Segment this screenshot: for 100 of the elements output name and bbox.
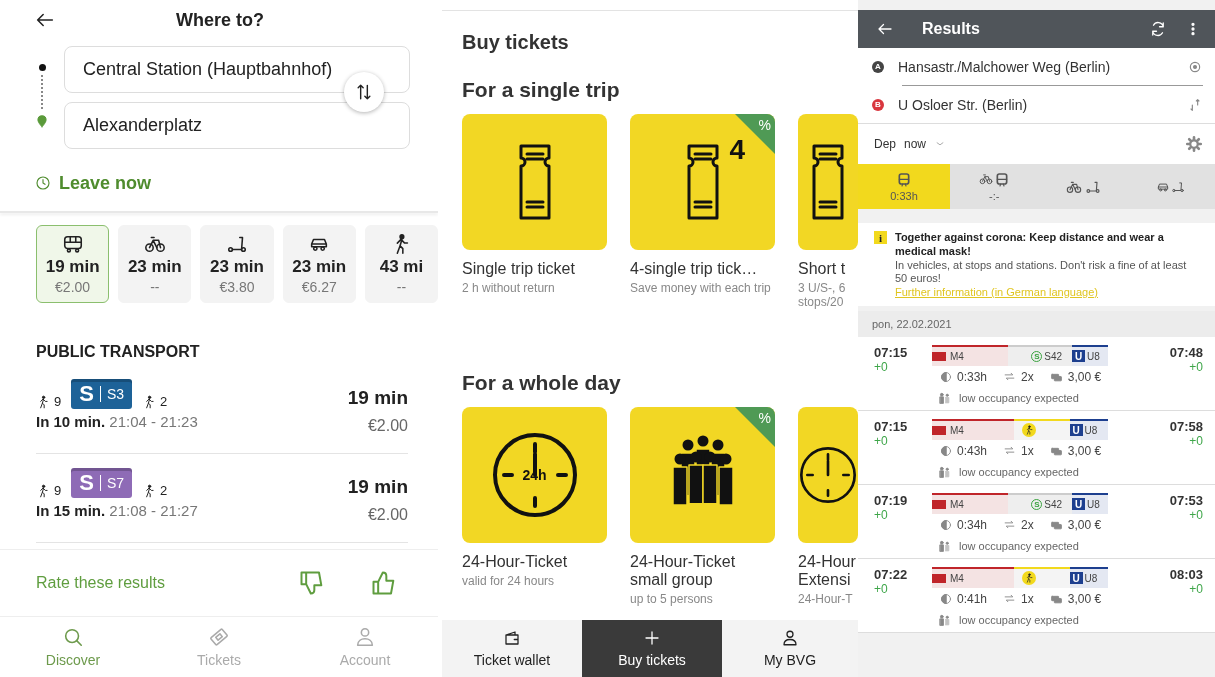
ticket-title: 24-Hour-Ticket small group — [630, 553, 737, 589]
occupancy: low occupancy expected — [959, 466, 1079, 479]
trip-duration: 19 min — [347, 476, 408, 498]
mode-tab[interactable]: 0:33h — [858, 164, 950, 209]
discount-label: % — [758, 410, 771, 426]
settings-icon[interactable] — [1185, 135, 1203, 153]
search-icon — [62, 626, 84, 648]
train-icon — [896, 171, 912, 188]
line-label: M4 — [950, 350, 964, 362]
person-icon — [781, 629, 799, 647]
ticket-tile[interactable] — [462, 114, 607, 250]
duration: 0:41h — [957, 591, 988, 606]
ticket-tile[interactable] — [798, 407, 858, 543]
section-heading: PUBLIC TRANSPORT — [35, 342, 201, 361]
line-label: U8 — [1087, 498, 1100, 510]
ticket-title: Single trip ticket — [462, 260, 576, 278]
clock-icon — [35, 175, 51, 191]
mode-option[interactable]: 23 min €3.80 — [200, 225, 274, 303]
people-icon — [938, 465, 951, 479]
origin-field[interactable]: Central Station (Hauptbahnhof) — [64, 46, 410, 93]
departure-label: Dep — [874, 137, 896, 151]
ticket-tile[interactable]: 4 % — [630, 114, 775, 250]
bicycle-icon — [978, 171, 993, 186]
occupancy: low occupancy expected — [959, 614, 1079, 627]
mode-option[interactable]: 23 min €6.27 — [282, 225, 356, 303]
delay: +0 — [1189, 359, 1203, 374]
wallet-icon — [503, 629, 521, 647]
leave-now-button[interactable]: Leave now — [59, 172, 152, 194]
origin-field[interactable]: Hansastr./Malchower Weg (Berlin) — [898, 58, 1173, 75]
ticket-title: 24-Hour-Ticket — [462, 553, 569, 571]
occupancy: low occupancy expected — [959, 540, 1079, 553]
tram-icon — [932, 351, 946, 361]
price: 3,00 € — [1067, 369, 1102, 384]
ticket-tile[interactable] — [798, 114, 858, 250]
refresh-icon[interactable] — [1149, 20, 1167, 38]
ticket-subtitle: 24-Hour-T — [798, 592, 854, 606]
arrival-time: 07:53 — [1169, 492, 1203, 508]
destination-marker: B — [872, 98, 884, 111]
mode-option[interactable]: 23 min -- — [118, 225, 192, 303]
rate-results-label: Rate these results — [36, 574, 166, 592]
mode-tab[interactable]: -:- — [950, 164, 1039, 209]
screen-title: Buy tickets — [462, 30, 570, 54]
nav-tab[interactable]: Buy tickets — [582, 620, 722, 677]
walk-minutes: 2 — [160, 394, 168, 409]
trip-price: €2.00 — [367, 417, 408, 435]
line-badge: S S7 — [71, 468, 133, 498]
ticket-title: 4-single trip tick… — [630, 260, 759, 278]
origin-dot-icon — [38, 64, 46, 71]
arrival-time: 08:03 — [1169, 566, 1203, 582]
destination-field[interactable]: U Osloer Str. (Berlin) — [898, 96, 1173, 113]
walk-minutes: 9 — [54, 394, 62, 409]
duration-icon — [940, 370, 952, 383]
ticket-subtitle: valid for 24 hours — [462, 574, 556, 588]
screen-title: Where to? — [176, 9, 264, 31]
mode-option[interactable]: 19 min €2.00 — [36, 225, 110, 303]
changes: 2x — [1021, 369, 1034, 384]
departure-time: 07:19 — [874, 492, 909, 508]
duration: 0:33h — [957, 369, 988, 384]
trip-row[interactable]: 07:22 +0 M4 U U8 0:41h 1x 3,00 € low occupancy expected 08:03 +0 — [858, 558, 1215, 633]
duration-icon — [940, 444, 952, 457]
person-icon — [354, 626, 376, 648]
delay: +0 — [874, 581, 889, 596]
duration-icon — [940, 518, 952, 531]
trip-price: €2.00 — [367, 506, 408, 524]
delay: +0 — [874, 507, 889, 522]
trip-duration: 19 min — [347, 387, 408, 409]
trip-row[interactable]: 07:15 +0 M4 S S42 U U8 0:33h 2x 3,00 € low occupancy expected 07:48 +0 — [858, 336, 1215, 411]
destination-field[interactable]: Alexanderplatz — [64, 102, 410, 149]
nav-tab[interactable]: My BVG — [722, 620, 858, 677]
nav-tab[interactable]: Ticket wallet — [442, 620, 582, 677]
mode-option[interactable]: 43 mi -- — [364, 225, 438, 303]
departure-time: 07:15 — [874, 418, 909, 434]
notice-title: Together against corona: Keep distance and wear a medical mask! — [895, 231, 1165, 259]
screen-title: Results — [922, 20, 981, 38]
line-label: S42 — [1044, 498, 1063, 510]
ticket-tile-label: 4 — [729, 134, 745, 166]
departure-time: 07:15 — [874, 344, 909, 360]
trip-row[interactable]: 07:19 +0 M4 S S42 U U8 0:34h 2x 3,00 € low occupancy expected 07:53 +0 — [858, 484, 1215, 559]
ticket-subtitle: 2 h without return — [462, 281, 556, 295]
walk-minutes: 9 — [54, 483, 62, 498]
notice-text: In vehicles, at stops and stations. Don't risk a fine of at least 50 euros! — [895, 258, 1188, 286]
ubahn-symbol: U — [1072, 350, 1086, 363]
people-icon — [938, 613, 951, 627]
price: 3,00 € — [1067, 591, 1102, 606]
delay: +0 — [1189, 433, 1203, 448]
origin-marker: A — [872, 60, 884, 73]
ticket-subtitle: up to 5 persons — [630, 592, 714, 606]
people-icon — [938, 391, 951, 405]
ticket-title: Short t — [798, 260, 847, 278]
line-label: U8 — [1084, 424, 1098, 436]
trip-row[interactable]: 07:15 +0 M4 U U8 0:43h 1x 3,00 € low occupancy expected 07:58 +0 — [858, 410, 1215, 485]
section-heading: For a single trip — [462, 77, 621, 102]
tram-icon — [932, 499, 946, 509]
duration: 0:34h — [957, 517, 988, 532]
price: 3,00 € — [1067, 443, 1102, 458]
departure-time-selector[interactable]: now — [904, 137, 927, 151]
date-header: pon, 22.02.2021 — [858, 310, 1215, 337]
duration-icon — [940, 592, 952, 605]
delay: +0 — [1189, 581, 1203, 596]
occupancy: low occupancy expected — [959, 392, 1079, 405]
